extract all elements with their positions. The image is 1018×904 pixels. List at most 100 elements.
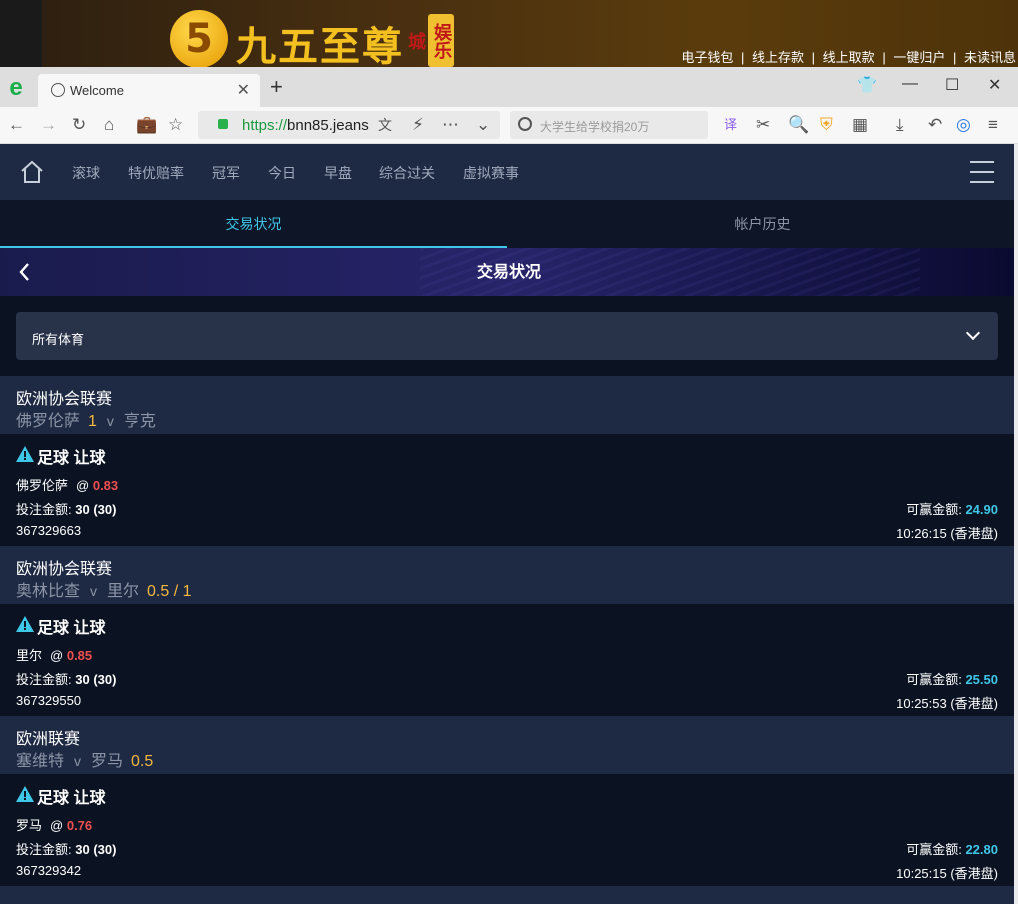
site-banner: 5 九五至尊 娱乐城 电子钱包 | 线上存款 | 线上取款 | 一键归户 | 未… (0, 0, 1018, 67)
next-bet-header-partial (0, 886, 1014, 904)
home-icon[interactable]: ⌂ (104, 115, 114, 135)
warning-icon (16, 616, 34, 632)
sport-filter-value: 所有体育 (32, 332, 85, 347)
globe-icon (51, 83, 65, 97)
bet-id: 367329663 (16, 523, 82, 538)
bet-card: 欧洲协会联赛 奥林比查 v 里尔 0.5 / 1 足球 让球 里尔 @ 0.85 投注金… (0, 546, 1014, 716)
versus: v (90, 583, 98, 599)
away-handicap: 0.5 / 1 (147, 583, 192, 600)
bet-stake: 投注金额: 30 (30) (16, 502, 117, 517)
scrollbar-track[interactable] (1014, 144, 1018, 904)
page-title: 交易状况 (476, 264, 541, 281)
link-separator: | (882, 50, 886, 65)
tab-title: Welcome (70, 83, 124, 98)
main-menu-icon[interactable]: ≡ (988, 115, 998, 135)
nav-parlay[interactable]: 综合过关 (379, 163, 435, 183)
logo-emblem: 5 (170, 10, 228, 67)
url-text[interactable]: https://bnn85.jeans (242, 117, 369, 134)
league-name: 欧洲协会联赛 (16, 561, 113, 578)
browser-tab-bar: e Welcome ✕ + 👕 — ☐ ✕ (0, 67, 1018, 107)
lightning-icon[interactable]: ⚡ (412, 115, 424, 135)
maximize-icon[interactable]: ☐ (945, 75, 959, 95)
window-close-icon[interactable]: ✕ (988, 75, 1001, 95)
nav-today[interactable]: 今日 (268, 163, 296, 183)
versus: v (74, 753, 82, 769)
bet-selection: 佛罗伦萨 @ 0.83 (16, 478, 119, 493)
translate-page-icon[interactable]: 文 (378, 115, 392, 135)
home-team: 奥林比查 (16, 583, 81, 600)
download-icon[interactable]: ⤓ (896, 115, 904, 135)
bet-type: 足球 让球 (37, 450, 106, 467)
match-teams: 奥林比查 v 里尔 0.5 / 1 (16, 577, 192, 601)
nav-early[interactable]: 早盘 (324, 163, 352, 183)
translate-icon[interactable]: 译 (724, 115, 737, 135)
tab-account-history[interactable]: 帐户历史 (507, 200, 1018, 248)
bet-header: 欧洲联赛 塞维特 v 罗马 0.5 (0, 716, 1014, 774)
bet-odds: 0.83 (92, 478, 119, 493)
page-header: 交易状况 (0, 248, 1018, 296)
tab-close-icon[interactable]: ✕ (237, 80, 250, 100)
undo-icon[interactable]: ↶ (928, 115, 942, 135)
bet-type: 足球 让球 (37, 620, 106, 637)
tab-trade-status[interactable]: 交易状况 (0, 200, 507, 248)
browser-tab[interactable]: Welcome ✕ (38, 74, 260, 107)
match-teams: 佛罗伦萨 1 v 亨克 (16, 407, 164, 431)
search-placeholder: 大学生给学校捐20万 (540, 120, 650, 134)
apps-grid-icon[interactable]: ▦ (852, 115, 868, 135)
link-e-wallet[interactable]: 电子钱包 (681, 50, 733, 65)
shield-icon[interactable]: ⛨ (820, 115, 833, 135)
more-icon[interactable]: ⋯ (442, 115, 459, 135)
bet-id: 367329550 (16, 693, 82, 708)
bet-time: 10:26:15 (香港盘) (896, 526, 998, 541)
search-box[interactable]: 大学生给学校捐20万 (510, 111, 708, 139)
nav-virtual[interactable]: 虚拟赛事 (463, 163, 519, 183)
link-separator: | (952, 50, 957, 65)
bet-body: 足球 让球 罗马 @ 0.76 投注金额: 30 (30) 可赢金额: 22.80… (0, 774, 1014, 886)
link-unread-messages[interactable]: 未读讯息 (964, 50, 1016, 65)
warning-icon (16, 446, 34, 462)
link-separator: | (741, 50, 745, 65)
nav-outright[interactable]: 冠军 (212, 163, 240, 183)
away-team: 罗马 (91, 753, 124, 770)
bet-time: 10:25:15 (香港盘) (896, 866, 998, 881)
bet-header: 欧洲协会联赛 奥林比查 v 里尔 0.5 / 1 (0, 546, 1014, 604)
home-handicap: 1 (88, 413, 97, 430)
warning-icon (16, 786, 34, 802)
versus: v (106, 413, 114, 429)
hamburger-menu-icon[interactable] (970, 161, 994, 183)
bet-card: 欧洲协会联赛 佛罗伦萨 1 v 亨克 足球 让球 佛罗伦萨 @ 0.83 投注金额: 3… (0, 376, 1014, 546)
bet-odds: 0.85 (66, 648, 93, 663)
browser-extension-icon[interactable]: ◎ (956, 115, 971, 135)
bet-selection: 罗马 @ 0.76 (16, 818, 93, 833)
search-icon (518, 117, 532, 131)
forward-arrow-icon[interactable]: → (40, 115, 57, 135)
potential-win: 可赢金额: 24.90 (906, 502, 998, 517)
scissors-icon[interactable]: ✂ (756, 115, 770, 135)
bet-time: 10:25:53 (香港盘) (896, 696, 998, 711)
favorites-icon[interactable]: ☆ (168, 115, 183, 135)
back-icon[interactable] (18, 262, 30, 282)
nav-special-odds[interactable]: 特优赔率 (128, 163, 184, 183)
link-one-click-transfer[interactable]: 一键归户 (893, 50, 945, 65)
briefcase-icon[interactable]: 💼 (136, 115, 157, 135)
logo-text: 九五至尊 (236, 23, 404, 67)
search-tool-icon[interactable]: 🔍 (788, 115, 809, 135)
new-tab-icon[interactable]: + (270, 76, 283, 98)
link-withdraw[interactable]: 线上取款 (823, 50, 875, 65)
link-deposit[interactable]: 线上存款 (752, 50, 804, 65)
site-nav: 滚球 特优赔率 冠军 今日 早盘 综合过关 虚拟赛事 (0, 144, 1018, 200)
chevron-down-icon[interactable]: ⌄ (476, 115, 490, 135)
browser-logo-icon[interactable]: e (4, 76, 28, 100)
back-arrow-icon[interactable]: ← (8, 115, 25, 135)
nav-live[interactable]: 滚球 (72, 163, 100, 183)
reload-icon[interactable]: ↻ (72, 115, 86, 135)
bet-card: 欧洲联赛 塞维特 v 罗马 0.5 足球 让球 罗马 @ 0.76 投注金额: 30 (… (0, 716, 1014, 886)
sport-filter-select[interactable]: 所有体育 (16, 312, 998, 360)
skin-icon[interactable]: 👕 (857, 75, 877, 95)
match-teams: 塞维特 v 罗马 0.5 (16, 747, 153, 771)
league-name: 欧洲联赛 (16, 731, 81, 748)
bet-odds: 0.76 (66, 818, 93, 833)
home-icon[interactable] (20, 160, 44, 184)
browser-nav-bar: ← → ↻ ⌂ 💼 ☆ https://bnn85.jeans 文 ⚡ ⋯ ⌄ … (0, 107, 1018, 144)
minimize-icon[interactable]: — (902, 75, 918, 93)
